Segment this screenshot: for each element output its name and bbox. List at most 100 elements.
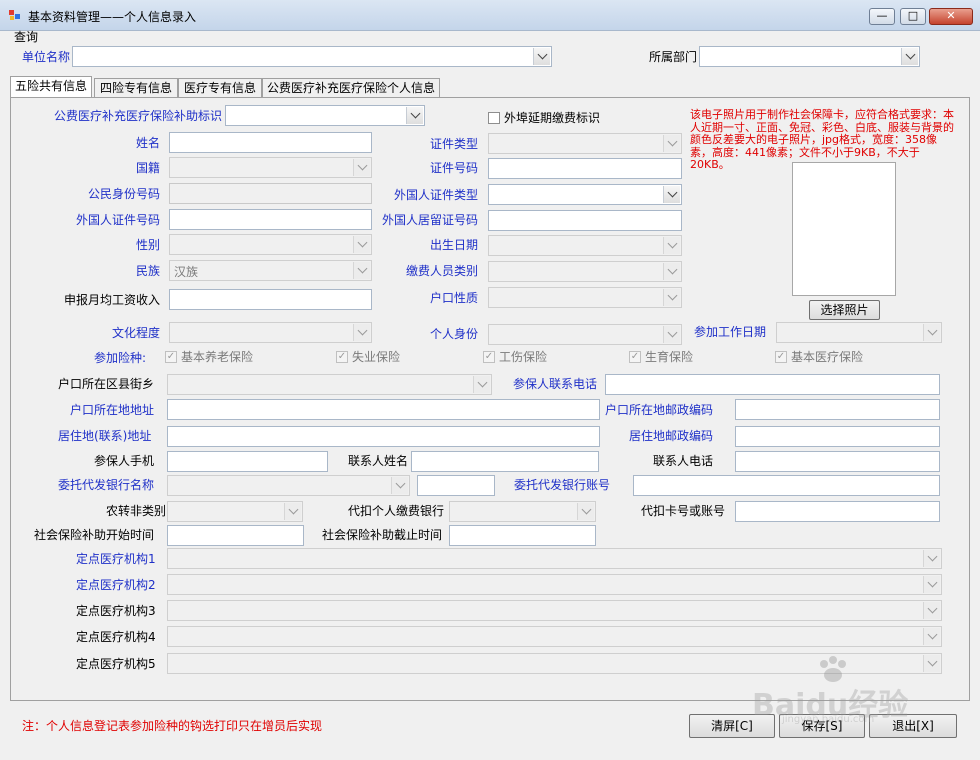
bank-name-label: 委托代发银行名称 [58, 478, 155, 492]
chevron-down-icon[interactable] [406, 107, 423, 124]
hukou-type-combobox[interactable] [488, 287, 682, 308]
personal-identity-combobox[interactable] [488, 324, 682, 345]
chevron-down-icon[interactable] [923, 550, 940, 567]
chevron-down-icon[interactable] [663, 326, 680, 343]
chevron-down-icon[interactable] [391, 477, 408, 494]
education-combobox[interactable] [169, 322, 372, 343]
work-start-combobox[interactable] [776, 322, 942, 343]
citizen-id-input[interactable] [169, 183, 372, 204]
mobile-input[interactable] [167, 451, 328, 472]
foreign-cert-no-input[interactable] [169, 209, 372, 230]
maternity-checkbox[interactable]: ✓ [629, 351, 641, 363]
ethnicity-label: 民族 [136, 264, 161, 278]
pension-checkbox[interactable]: ✓ [165, 351, 177, 363]
hukou-district-label: 户口所在区县街乡 [58, 377, 155, 391]
chevron-down-icon[interactable] [353, 262, 370, 279]
tab-common-info[interactable]: 五险共有信息 [10, 76, 92, 98]
bank-account-input[interactable] [633, 475, 940, 496]
tab-four-insurance[interactable]: 四险专有信息 [94, 78, 178, 98]
chevron-down-icon[interactable] [923, 576, 940, 593]
ethnicity-combobox[interactable]: 汉族 [169, 260, 372, 281]
subsidy-start-label: 社会保险补助开始时间 [34, 528, 155, 542]
subsidy-end-label: 社会保险补助截止时间 [322, 528, 443, 542]
residence-postcode-label: 居住地邮政编码 [629, 429, 714, 443]
mobile-label: 参保人手机 [94, 454, 155, 468]
chevron-down-icon[interactable] [923, 324, 940, 341]
chevron-down-icon[interactable] [663, 135, 680, 152]
foreign-cert-type-combobox[interactable] [488, 184, 682, 205]
monthly-wage-input[interactable] [169, 289, 372, 310]
agri-label: 农转非类别 [106, 504, 167, 518]
chevron-down-icon[interactable] [353, 324, 370, 341]
department-combobox[interactable] [699, 46, 920, 67]
medical-inst-5-label: 定点医疗机构5 [76, 657, 156, 671]
chevron-down-icon[interactable] [923, 628, 940, 645]
maximize-button[interactable]: □ [900, 8, 926, 25]
deduct-card-label: 代扣卡号或账号 [641, 504, 726, 518]
hukou-postcode-input[interactable] [735, 399, 940, 420]
chevron-down-icon[interactable] [353, 159, 370, 176]
medical-inst-4-combobox[interactable] [167, 626, 942, 647]
chevron-down-icon[interactable] [353, 236, 370, 253]
nationality-combobox[interactable] [169, 157, 372, 178]
chevron-down-icon[interactable] [284, 503, 301, 520]
subsidy-flag-label: 公费医疗补充医疗保险补助标识 [54, 109, 223, 123]
maximize-icon: □ [907, 9, 919, 22]
cert-type-combobox[interactable] [488, 133, 682, 154]
injury-checkbox[interactable]: ✓ [483, 351, 495, 363]
medical-checkbox[interactable]: ✓ [775, 351, 787, 363]
foreign-residence-label: 外国人居留证号码 [382, 213, 479, 227]
payer-category-combobox[interactable] [488, 261, 682, 282]
residence-address-label: 居住地(联系)地址 [58, 429, 152, 443]
deduct-bank-combobox[interactable] [449, 501, 596, 522]
chevron-down-icon[interactable] [901, 48, 918, 65]
select-photo-button[interactable]: 选择照片 [809, 300, 880, 320]
name-input[interactable] [169, 132, 372, 153]
chevron-down-icon[interactable] [923, 602, 940, 619]
chevron-down-icon[interactable] [577, 503, 594, 520]
insured-phone-input[interactable] [605, 374, 940, 395]
birthdate-label: 出生日期 [430, 238, 479, 252]
hukou-district-combobox[interactable] [167, 374, 492, 395]
contact-phone-input[interactable] [735, 451, 940, 472]
unit-name-combobox[interactable] [72, 46, 552, 67]
residence-postcode-input[interactable] [735, 426, 940, 447]
subsidy-start-input[interactable] [167, 525, 304, 546]
chevron-down-icon[interactable] [533, 48, 550, 65]
chevron-down-icon[interactable] [663, 289, 680, 306]
tab-public-medical[interactable]: 公费医疗补充医疗保险个人信息 [262, 78, 440, 98]
cert-no-input[interactable] [488, 158, 682, 179]
chevron-down-icon[interactable] [663, 263, 680, 280]
app-icon [9, 10, 20, 20]
chevron-down-icon[interactable] [473, 376, 490, 393]
residence-address-input[interactable] [167, 426, 600, 447]
close-button[interactable]: ✕ [929, 8, 973, 25]
foreign-residence-input[interactable] [488, 210, 682, 231]
unemployment-checkbox[interactable]: ✓ [336, 351, 348, 363]
medical-inst-3-combobox[interactable] [167, 600, 942, 621]
subsidy-end-input[interactable] [449, 525, 596, 546]
agri-combobox[interactable] [167, 501, 303, 522]
tab-medical[interactable]: 医疗专有信息 [178, 78, 262, 98]
deduct-card-input[interactable] [735, 501, 940, 522]
birthdate-combobox[interactable] [488, 235, 682, 256]
bank-code-input[interactable] [417, 475, 495, 496]
contact-name-input[interactable] [411, 451, 599, 472]
hukou-address-label: 户口所在地地址 [70, 403, 155, 417]
outside-delay-label: 外埠延期缴费标识 [504, 111, 601, 125]
chevron-down-icon[interactable] [663, 186, 680, 203]
bank-name-combobox[interactable] [167, 475, 410, 496]
menu-query[interactable]: 查询 [14, 26, 38, 48]
pension-label: 基本养老保险 [181, 350, 254, 364]
gender-combobox[interactable] [169, 234, 372, 255]
medical-inst-1-combobox[interactable] [167, 548, 942, 569]
contact-phone-label: 联系人电话 [653, 454, 714, 468]
minimize-button[interactable]: — [869, 8, 895, 25]
chevron-down-icon[interactable] [663, 237, 680, 254]
medical-inst-2-combobox[interactable] [167, 574, 942, 595]
outside-delay-checkbox[interactable] [488, 112, 500, 124]
hukou-address-input[interactable] [167, 399, 600, 420]
medical-label: 基本医疗保险 [791, 350, 864, 364]
subsidy-flag-combobox[interactable] [225, 105, 425, 126]
deduct-bank-label: 代扣个人缴费银行 [348, 504, 445, 518]
